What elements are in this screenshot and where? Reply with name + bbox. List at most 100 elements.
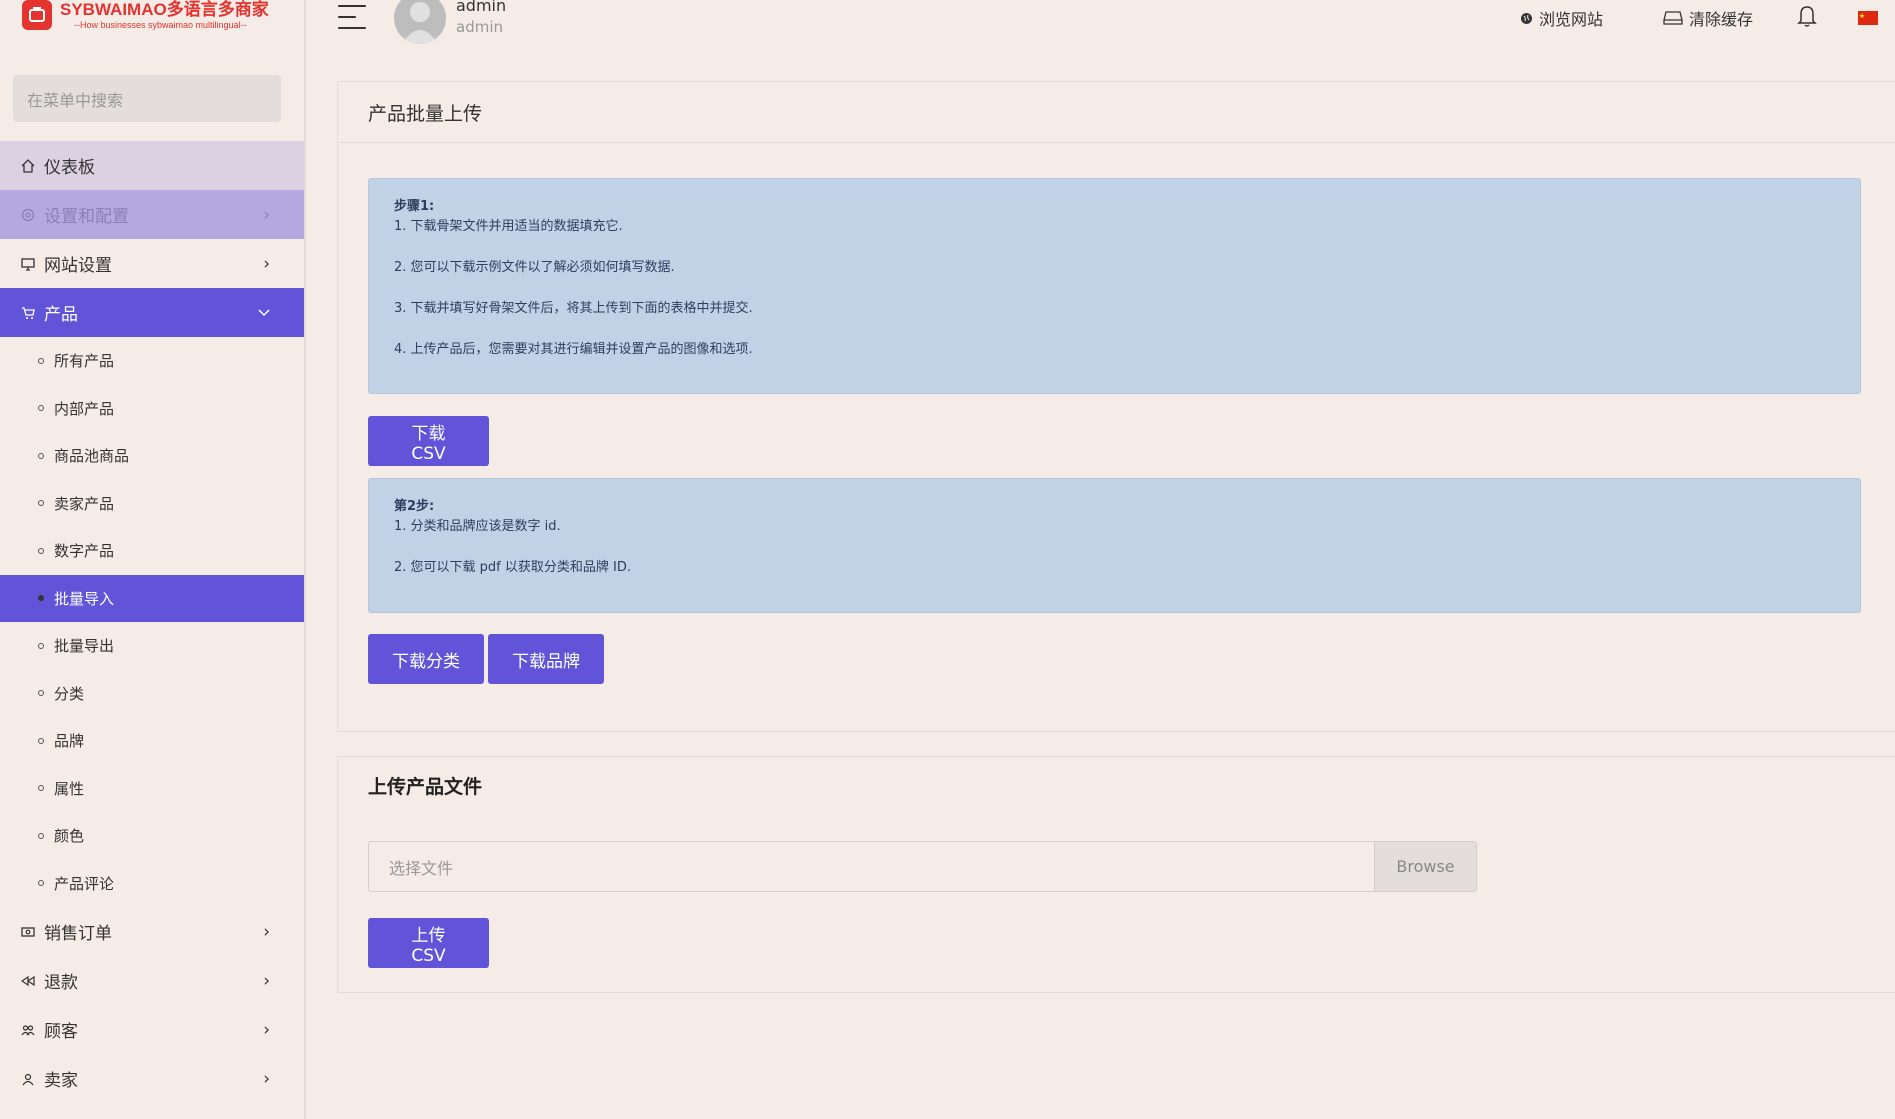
- chevron-right-icon: ›: [263, 970, 270, 991]
- sidebar-subitem-digital-products[interactable]: 数字产品: [0, 527, 304, 575]
- avatar[interactable]: [394, 0, 446, 44]
- bulk-upload-card: 产品批量上传 步骤1: 1. 下载骨架文件并用适当的数据填充它. 2. 您可以下…: [337, 81, 1895, 732]
- step1-line-2: 2. 您可以下载示例文件以了解必须如何填写数据.: [394, 260, 675, 275]
- sub-item-label: 卖家产品: [54, 494, 115, 513]
- sub-item-label: 分类: [54, 684, 85, 703]
- chevron-right-icon: ›: [263, 1019, 270, 1040]
- step2-line-1: 1. 分类和品牌应该是数字 id.: [394, 519, 561, 534]
- sidebar-item-website-settings[interactable]: 网站设置 ›: [0, 239, 304, 288]
- cart-icon: [20, 305, 36, 321]
- bullet-icon: [38, 785, 44, 792]
- sub-item-label: 产品评论: [54, 874, 115, 893]
- globe-icon: [1520, 12, 1533, 25]
- sidebar-subitem-bulk-export[interactable]: 批量导出: [0, 622, 304, 670]
- menu-toggle-icon[interactable]: [338, 5, 368, 31]
- bullet-icon: [38, 452, 44, 459]
- bell-icon[interactable]: [1797, 4, 1817, 28]
- browse-site-link[interactable]: 浏览网站: [1520, 6, 1603, 30]
- sidebar-item-customers[interactable]: 顾客 ›: [0, 1005, 304, 1054]
- sidebar-subitem-bulk-import[interactable]: 批量导入: [0, 574, 304, 622]
- sub-item-label: 数字产品: [54, 542, 115, 561]
- sidebar-menu: 仪表板 设置和配置 › 网站设置 › 产品 所有产品 内部产品 商品池商品 卖家…: [0, 141, 304, 1103]
- download-csv-button[interactable]: 下载 CSV: [368, 416, 489, 466]
- backward-icon: [20, 973, 36, 989]
- sidebar-item-label: 退款: [44, 973, 78, 993]
- sidebar-item-settings[interactable]: 设置和配置 ›: [0, 190, 304, 239]
- chevron-right-icon: ›: [263, 204, 270, 225]
- user-icon: [20, 1071, 36, 1087]
- step1-title: 步骤1:: [394, 199, 435, 214]
- bullet-icon: [38, 690, 44, 697]
- file-input-placeholder: 选择文件: [389, 858, 454, 878]
- browse-site-label: 浏览网站: [1539, 10, 1604, 29]
- download-brand-button[interactable]: 下载品牌: [488, 634, 604, 684]
- language-flag-icon[interactable]: [1858, 11, 1878, 25]
- step1-line-3: 3. 下载并填写好骨架文件后，将其上传到下面的表格中并提交.: [394, 301, 753, 316]
- topbar: admin admin 浏览网站 清除缓存: [306, 0, 1895, 56]
- logo-brand: SYBWAIMAO多语言多商家: [60, 0, 269, 19]
- bullet-icon: [38, 880, 44, 887]
- browse-button[interactable]: Browse: [1374, 842, 1476, 891]
- bullet-icon: [38, 832, 44, 839]
- money-icon: [20, 924, 36, 940]
- chevron-right-icon: ›: [263, 253, 270, 274]
- menu-search-input[interactable]: 在菜单中搜索: [13, 75, 281, 122]
- hard-drive-icon: [1663, 11, 1683, 25]
- sidebar-subitem-in-house-products[interactable]: 内部产品: [0, 385, 304, 433]
- bullet-icon: [38, 405, 44, 412]
- sidebar-item-sales-orders[interactable]: 销售订单 ›: [0, 907, 304, 956]
- sidebar-item-label: 设置和配置: [44, 207, 129, 227]
- sub-item-label: 内部产品: [54, 399, 115, 418]
- upload-csv-button[interactable]: 上传 CSV: [368, 918, 489, 968]
- sidebar-item-refunds[interactable]: 退款 ›: [0, 956, 304, 1005]
- sidebar-item-products[interactable]: 产品: [0, 288, 304, 337]
- step2-title: 第2步:: [394, 499, 435, 514]
- bullet-icon: [38, 737, 44, 744]
- sub-item-label: 商品池商品: [54, 447, 130, 466]
- file-input[interactable]: 选择文件 Browse: [368, 841, 1477, 892]
- step2-instructions: 第2步: 1. 分类和品牌应该是数字 id. 2. 您可以下载 pdf 以获取分…: [368, 478, 1861, 613]
- sidebar-subitem-category[interactable]: 分类: [0, 670, 304, 718]
- sidebar-item-sellers[interactable]: 卖家 ›: [0, 1054, 304, 1103]
- sidebar: SYBWAIMAO多语言多商家 --How businesses sybwaim…: [0, 0, 306, 1119]
- menu-search-placeholder: 在菜单中搜索: [27, 90, 124, 110]
- sub-item-label: 属性: [54, 779, 85, 798]
- bullet-icon: [38, 500, 44, 507]
- clear-cache-link[interactable]: 清除缓存: [1663, 6, 1753, 30]
- bullet-icon: [38, 642, 44, 649]
- sidebar-item-dashboard[interactable]: 仪表板: [0, 141, 304, 190]
- sidebar-subitem-product-reviews[interactable]: 产品评论: [0, 860, 304, 908]
- sidebar-item-label: 仪表板: [44, 158, 95, 178]
- upload-file-card: 上传产品文件 选择文件 Browse 上传 CSV: [337, 756, 1895, 993]
- download-category-button[interactable]: 下载分类: [368, 634, 484, 684]
- bullet-icon: [38, 357, 44, 364]
- step1-instructions: 步骤1: 1. 下载骨架文件并用适当的数据填充它. 2. 您可以下载示例文件以了…: [368, 178, 1861, 394]
- bullet-icon: [38, 595, 44, 602]
- step1-line-4: 4. 上传产品后，您需要对其进行编辑并设置产品的图像和选项.: [394, 342, 753, 357]
- user-name[interactable]: admin: [456, 0, 506, 15]
- sub-item-label: 颜色: [54, 827, 85, 846]
- logo[interactable]: SYBWAIMAO多语言多商家 --How businesses sybwaim…: [22, 0, 269, 30]
- card-title: 产品批量上传: [338, 82, 1895, 143]
- sidebar-subitem-seller-products[interactable]: 卖家产品: [0, 480, 304, 528]
- sub-item-label: 批量导入: [54, 589, 115, 608]
- sidebar-item-label: 销售订单: [44, 924, 112, 944]
- sidebar-item-label: 顾客: [44, 1022, 78, 1042]
- sidebar-subitem-attribute[interactable]: 属性: [0, 765, 304, 813]
- chevron-right-icon: ›: [263, 921, 270, 942]
- sidebar-item-label: 网站设置: [44, 256, 112, 276]
- sidebar-subitem-all-products[interactable]: 所有产品: [0, 337, 304, 385]
- sidebar-item-label: 产品: [44, 305, 78, 325]
- sub-item-label: 品牌: [54, 732, 85, 751]
- sidebar-subitem-color[interactable]: 颜色: [0, 812, 304, 860]
- sidebar-subitem-brand[interactable]: 品牌: [0, 717, 304, 765]
- upload-file-title: 上传产品文件: [368, 776, 483, 798]
- clear-cache-label: 清除缓存: [1689, 10, 1754, 29]
- sidebar-subitem-pool-products[interactable]: 商品池商品: [0, 432, 304, 480]
- user-role: admin: [456, 18, 503, 36]
- gear-icon: [20, 207, 36, 223]
- sidebar-item-label: 卖家: [44, 1071, 78, 1091]
- step1-line-1: 1. 下载骨架文件并用适当的数据填充它.: [394, 219, 623, 234]
- users-icon: [20, 1022, 36, 1038]
- home-icon: [20, 158, 36, 174]
